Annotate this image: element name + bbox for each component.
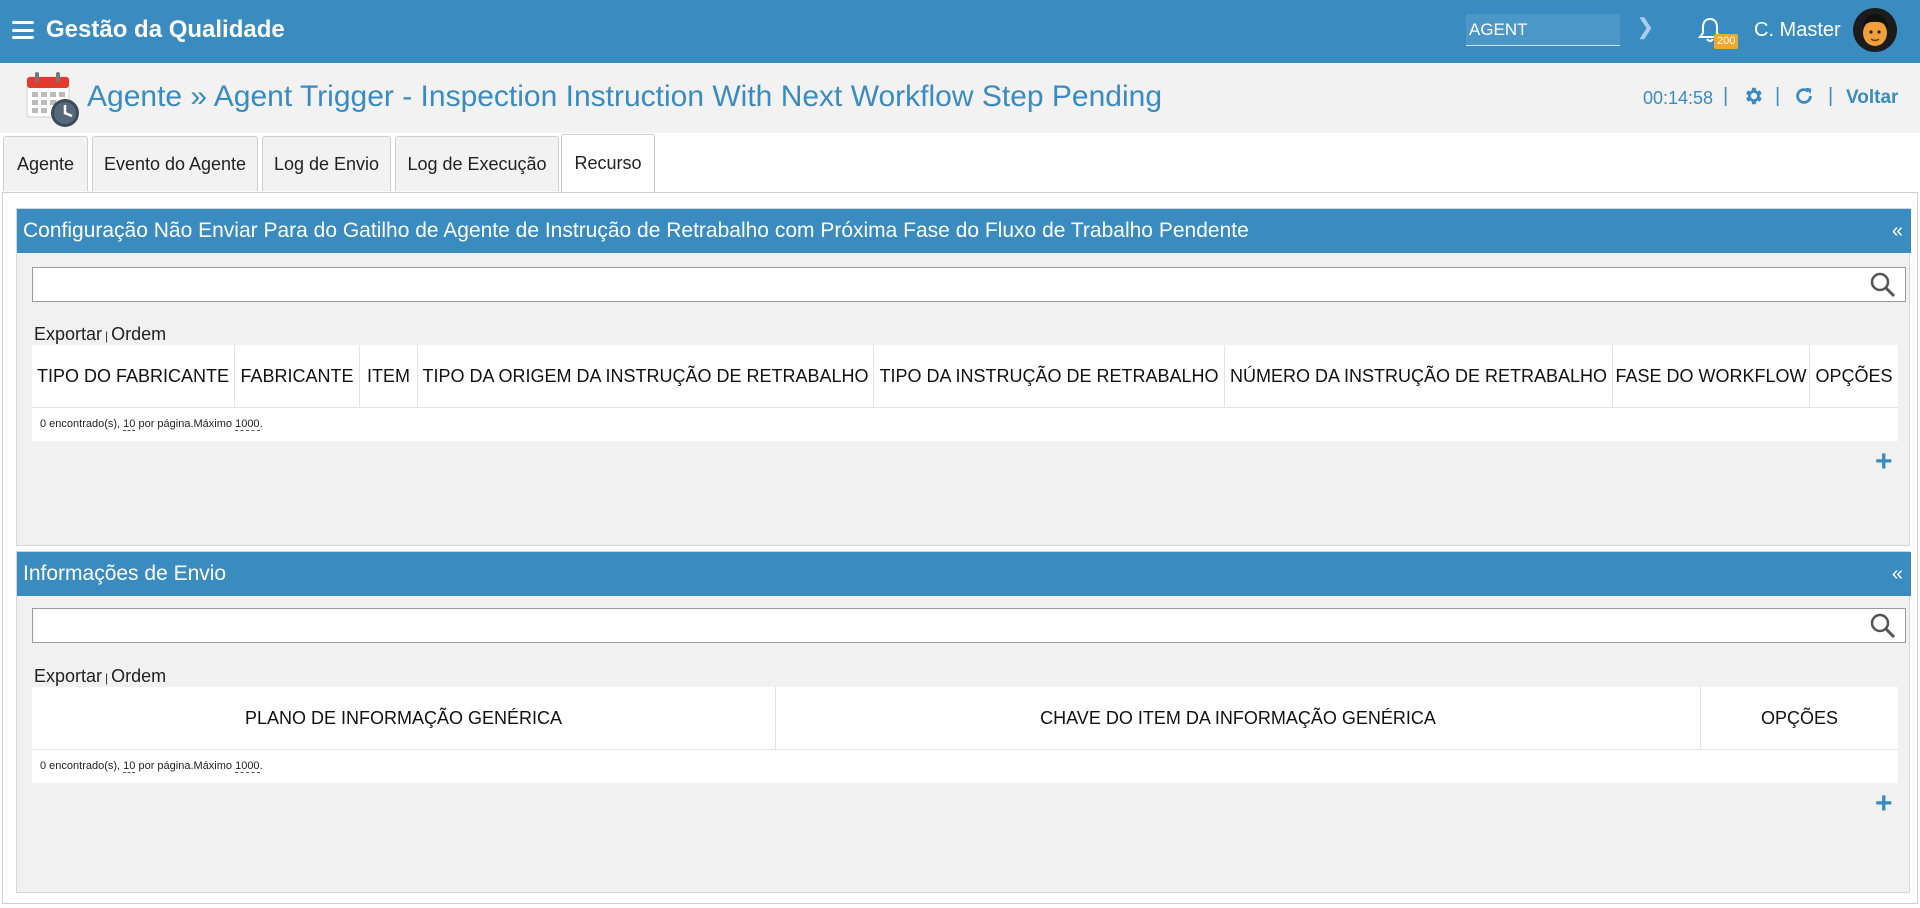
app-title: Gestão da Qualidade [46, 16, 285, 43]
page-size-link[interactable]: 10 [123, 418, 136, 431]
panel-title: Informações de Envio [23, 562, 227, 585]
grid-header: PLANO DE INFORMAÇÃO GENÉRICA CHAVE DO IT… [32, 687, 1898, 750]
tab-bar: Agente Evento do Agente Log de Envio Log… [0, 133, 1920, 193]
add-button[interactable]: + [1875, 447, 1893, 477]
column-header[interactable]: ITEM [360, 345, 418, 407]
column-header[interactable]: TIPO DO FABRICANTE [32, 345, 235, 407]
menu-icon[interactable] [12, 21, 34, 39]
panel-informacoes-de-envio: Informações de Envio « Exportar | Ordem PL… [16, 551, 1911, 893]
max-rows-link[interactable]: 1000 [235, 760, 260, 773]
page-title: Agente » Agent Trigger - Inspection Inst… [87, 80, 1163, 113]
gear-icon[interactable] [1742, 85, 1764, 107]
search-icon[interactable] [1869, 612, 1897, 640]
grid-footer: 0 encontrado(s), 10 por página.Máximo 10… [32, 750, 1898, 783]
max-rows-link[interactable]: 1000 [235, 418, 260, 431]
footer-end: . [259, 760, 263, 772]
column-header[interactable]: CHAVE DO ITEM DA INFORMAÇÃO GENÉRICA [776, 687, 1701, 749]
page-size-link[interactable]: 10 [123, 760, 136, 773]
top-bar: Gestão da Qualidade ❯ 200 C. Master [0, 0, 1920, 63]
footer-end: . [259, 418, 263, 430]
data-grid: TIPO DO FABRICANTE FABRICANTE ITEM TIPO … [32, 345, 1898, 441]
grid-footer: 0 encontrado(s), 10 por página.Máximo 10… [32, 408, 1898, 441]
back-button[interactable]: Voltar [1846, 87, 1898, 109]
order-link[interactable]: Ordem [111, 666, 166, 686]
page-size-label: por página.Máximo [135, 760, 236, 772]
export-link[interactable]: Exportar [34, 324, 102, 344]
calendar-clock-icon [26, 72, 79, 127]
grid-actions: Exportar | Ordem [34, 666, 166, 687]
export-link[interactable]: Exportar [34, 666, 102, 686]
separator: | [1828, 85, 1834, 107]
separator: | [105, 671, 109, 685]
search-icon[interactable] [1869, 271, 1897, 299]
tab-agente[interactable]: Agente [3, 136, 88, 191]
tab-log-de-execucao[interactable]: Log de Execução [395, 136, 559, 191]
user-name[interactable]: C. Master [1754, 19, 1841, 42]
order-link[interactable]: Ordem [111, 324, 166, 344]
avatar[interactable] [1853, 8, 1897, 52]
grid-header: TIPO DO FABRICANTE FABRICANTE ITEM TIPO … [32, 345, 1898, 408]
panel-header: Informações de Envio « [17, 552, 1911, 596]
panel-header: Configuração Não Enviar Para do Gatilho … [17, 209, 1911, 253]
panel-title: Configuração Não Enviar Para do Gatilho … [23, 219, 1249, 242]
filter-input[interactable] [32, 608, 1906, 643]
chevron-right-icon[interactable]: ❯ [1636, 14, 1654, 40]
column-header[interactable]: TIPO DA INSTRUÇÃO DE RETRABALHO [874, 345, 1225, 407]
column-header[interactable]: FASE DO WORKFLOW [1613, 345, 1810, 407]
page-size-label: por página.Máximo [135, 418, 236, 430]
filter-input[interactable] [32, 267, 1906, 302]
panel-nao-enviar-para: Configuração Não Enviar Para do Gatilho … [16, 208, 1911, 546]
collapse-icon[interactable]: « [1892, 209, 1903, 253]
collapse-icon[interactable]: « [1892, 552, 1903, 596]
tab-recurso[interactable]: Recurso [561, 134, 655, 192]
page-header: Agente » Agent Trigger - Inspection Inst… [0, 63, 1920, 133]
column-header[interactable]: OPÇÕES [1701, 687, 1898, 749]
found-count: 0 encontrado(s), [40, 760, 124, 772]
tab-evento-do-agente[interactable]: Evento do Agente [92, 136, 258, 191]
separator: | [105, 329, 109, 343]
column-header[interactable]: FABRICANTE [235, 345, 360, 407]
separator: | [1723, 85, 1729, 107]
notification-badge: 200 [1714, 34, 1739, 49]
add-button[interactable]: + [1875, 789, 1893, 819]
main-content: Configuração Não Enviar Para do Gatilho … [2, 192, 1918, 904]
global-search-input[interactable] [1466, 14, 1620, 46]
found-count: 0 encontrado(s), [40, 418, 124, 430]
column-header[interactable]: NÚMERO DA INSTRUÇÃO DE RETRABALHO [1225, 345, 1613, 407]
separator: | [1775, 85, 1781, 107]
column-header[interactable]: PLANO DE INFORMAÇÃO GENÉRICA [32, 687, 776, 749]
column-header[interactable]: TIPO DA ORIGEM DA INSTRUÇÃO DE RETRABALH… [418, 345, 874, 407]
data-grid: PLANO DE INFORMAÇÃO GENÉRICA CHAVE DO IT… [32, 687, 1898, 783]
grid-actions: Exportar | Ordem [34, 324, 166, 345]
refresh-icon[interactable] [1793, 85, 1815, 107]
tab-log-de-envio[interactable]: Log de Envio [262, 136, 391, 191]
session-timer: 00:14:58 [1643, 88, 1714, 108]
column-header[interactable]: OPÇÕES [1810, 345, 1898, 407]
